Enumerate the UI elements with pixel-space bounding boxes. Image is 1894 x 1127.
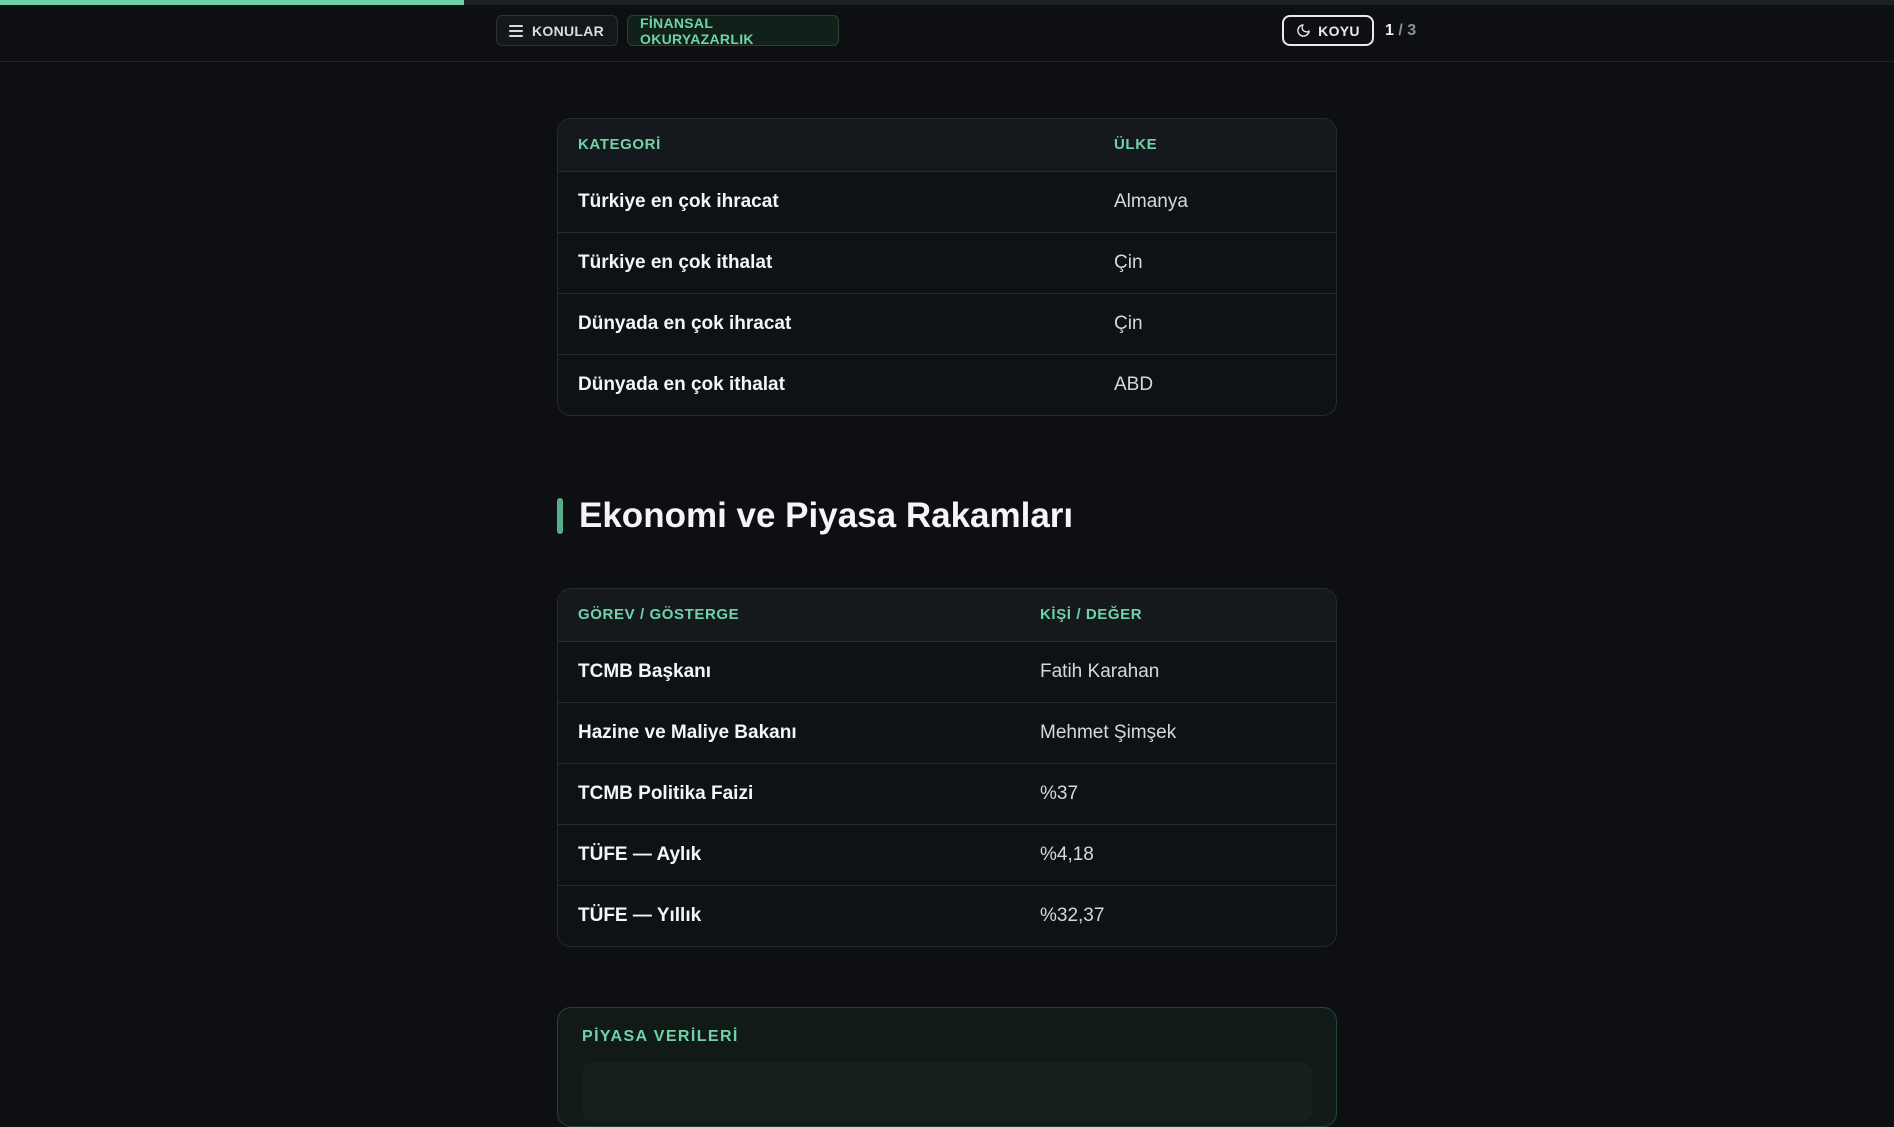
market-data-card: PİYASA VERİLERİ bbox=[557, 1007, 1337, 1127]
page-separator: / bbox=[1398, 22, 1403, 39]
page-total: 3 bbox=[1407, 22, 1417, 39]
column-header-role: GÖREV / GÖSTERGE bbox=[558, 589, 1020, 642]
trade-table: KATEGORİ ÜLKE Türkiye en çok ihracat Alma… bbox=[557, 118, 1337, 416]
table-row: Türkiye en çok ithalat Çin bbox=[558, 232, 1336, 294]
row-label: Dünyada en çok ihracat bbox=[558, 293, 1094, 355]
row-value: %4,18 bbox=[1020, 824, 1336, 886]
table-row: TCMB Politika Faizi %37 bbox=[558, 763, 1336, 825]
topics-label: KONULAR bbox=[532, 22, 605, 39]
row-value: ABD bbox=[1114, 373, 1154, 395]
theme-label: KOYU bbox=[1318, 22, 1360, 39]
column-header-country: ÜLKE bbox=[1094, 119, 1336, 172]
row-label: TÜFE — Yıllık bbox=[578, 904, 702, 926]
row-label: Türkiye en çok ithalat bbox=[558, 232, 1094, 294]
row-value: Fatih Karahan bbox=[1020, 641, 1336, 703]
column-header-value: KİŞİ / DEĞER bbox=[1020, 589, 1336, 642]
section-title: Ekonomi ve Piyasa Rakamları bbox=[579, 496, 1074, 535]
page-counter: 1 / 3 bbox=[1385, 22, 1416, 40]
column-header-category: KATEGORİ bbox=[558, 119, 1094, 172]
top-bar: KONULAR FİNANSAL OKURYAZARLIK KOYU 1 / 3 bbox=[0, 5, 1894, 62]
market-card-title: PİYASA VERİLERİ bbox=[582, 1028, 739, 1045]
main-content: KATEGORİ ÜLKE Türkiye en çok ihracat Alma… bbox=[557, 118, 1337, 1127]
table-header-row: KATEGORİ ÜLKE bbox=[558, 119, 1336, 172]
menu-icon bbox=[509, 24, 523, 37]
row-value: Çin bbox=[1094, 293, 1336, 355]
row-label: Hazine ve Maliye Bakanı bbox=[558, 702, 1020, 764]
row-value: %37 bbox=[1020, 763, 1336, 825]
row-label: TCMB Politika Faizi bbox=[558, 763, 1020, 825]
moon-icon bbox=[1297, 24, 1310, 37]
section-heading: Ekonomi ve Piyasa Rakamları bbox=[557, 496, 1337, 536]
table-row: Hazine ve Maliye Bakanı Mehmet Şimşek bbox=[558, 702, 1336, 764]
table-row: Dünyada en çok ithalat ABD bbox=[558, 354, 1336, 415]
row-label: Dünyada en çok ithalat bbox=[578, 373, 785, 395]
row-value: Almanya bbox=[1094, 171, 1336, 233]
category-badge[interactable]: FİNANSAL OKURYAZARLIK bbox=[627, 14, 839, 47]
row-label: Türkiye en çok ihracat bbox=[558, 171, 1094, 233]
topics-button[interactable]: KONULAR bbox=[496, 15, 618, 46]
row-value: %32,37 bbox=[1040, 904, 1105, 926]
table-row: TCMB Başkanı Fatih Karahan bbox=[558, 641, 1336, 703]
table-row: TÜFE — Aylık %4,18 bbox=[558, 824, 1336, 886]
economy-table: GÖREV / GÖSTERGE KİŞİ / DEĞER TCMB Başka… bbox=[557, 588, 1337, 947]
market-card-body bbox=[582, 1062, 1312, 1122]
category-label: FİNANSAL OKURYAZARLIK bbox=[640, 14, 754, 47]
heading-accent-bar bbox=[557, 498, 563, 534]
table-row: TÜFE — Yıllık %32,37 bbox=[558, 885, 1336, 946]
row-label: TCMB Başkanı bbox=[558, 641, 1020, 703]
table-header-row: GÖREV / GÖSTERGE KİŞİ / DEĞER bbox=[558, 589, 1336, 642]
row-value: Çin bbox=[1094, 232, 1336, 294]
table-row: Dünyada en çok ihracat Çin bbox=[558, 293, 1336, 355]
page-current: 1 bbox=[1385, 22, 1394, 39]
row-value: Mehmet Şimşek bbox=[1020, 702, 1336, 764]
row-label: TÜFE — Aylık bbox=[558, 824, 1020, 886]
theme-toggle-button[interactable]: KOYU bbox=[1282, 15, 1374, 46]
table-row: Türkiye en çok ihracat Almanya bbox=[558, 171, 1336, 233]
